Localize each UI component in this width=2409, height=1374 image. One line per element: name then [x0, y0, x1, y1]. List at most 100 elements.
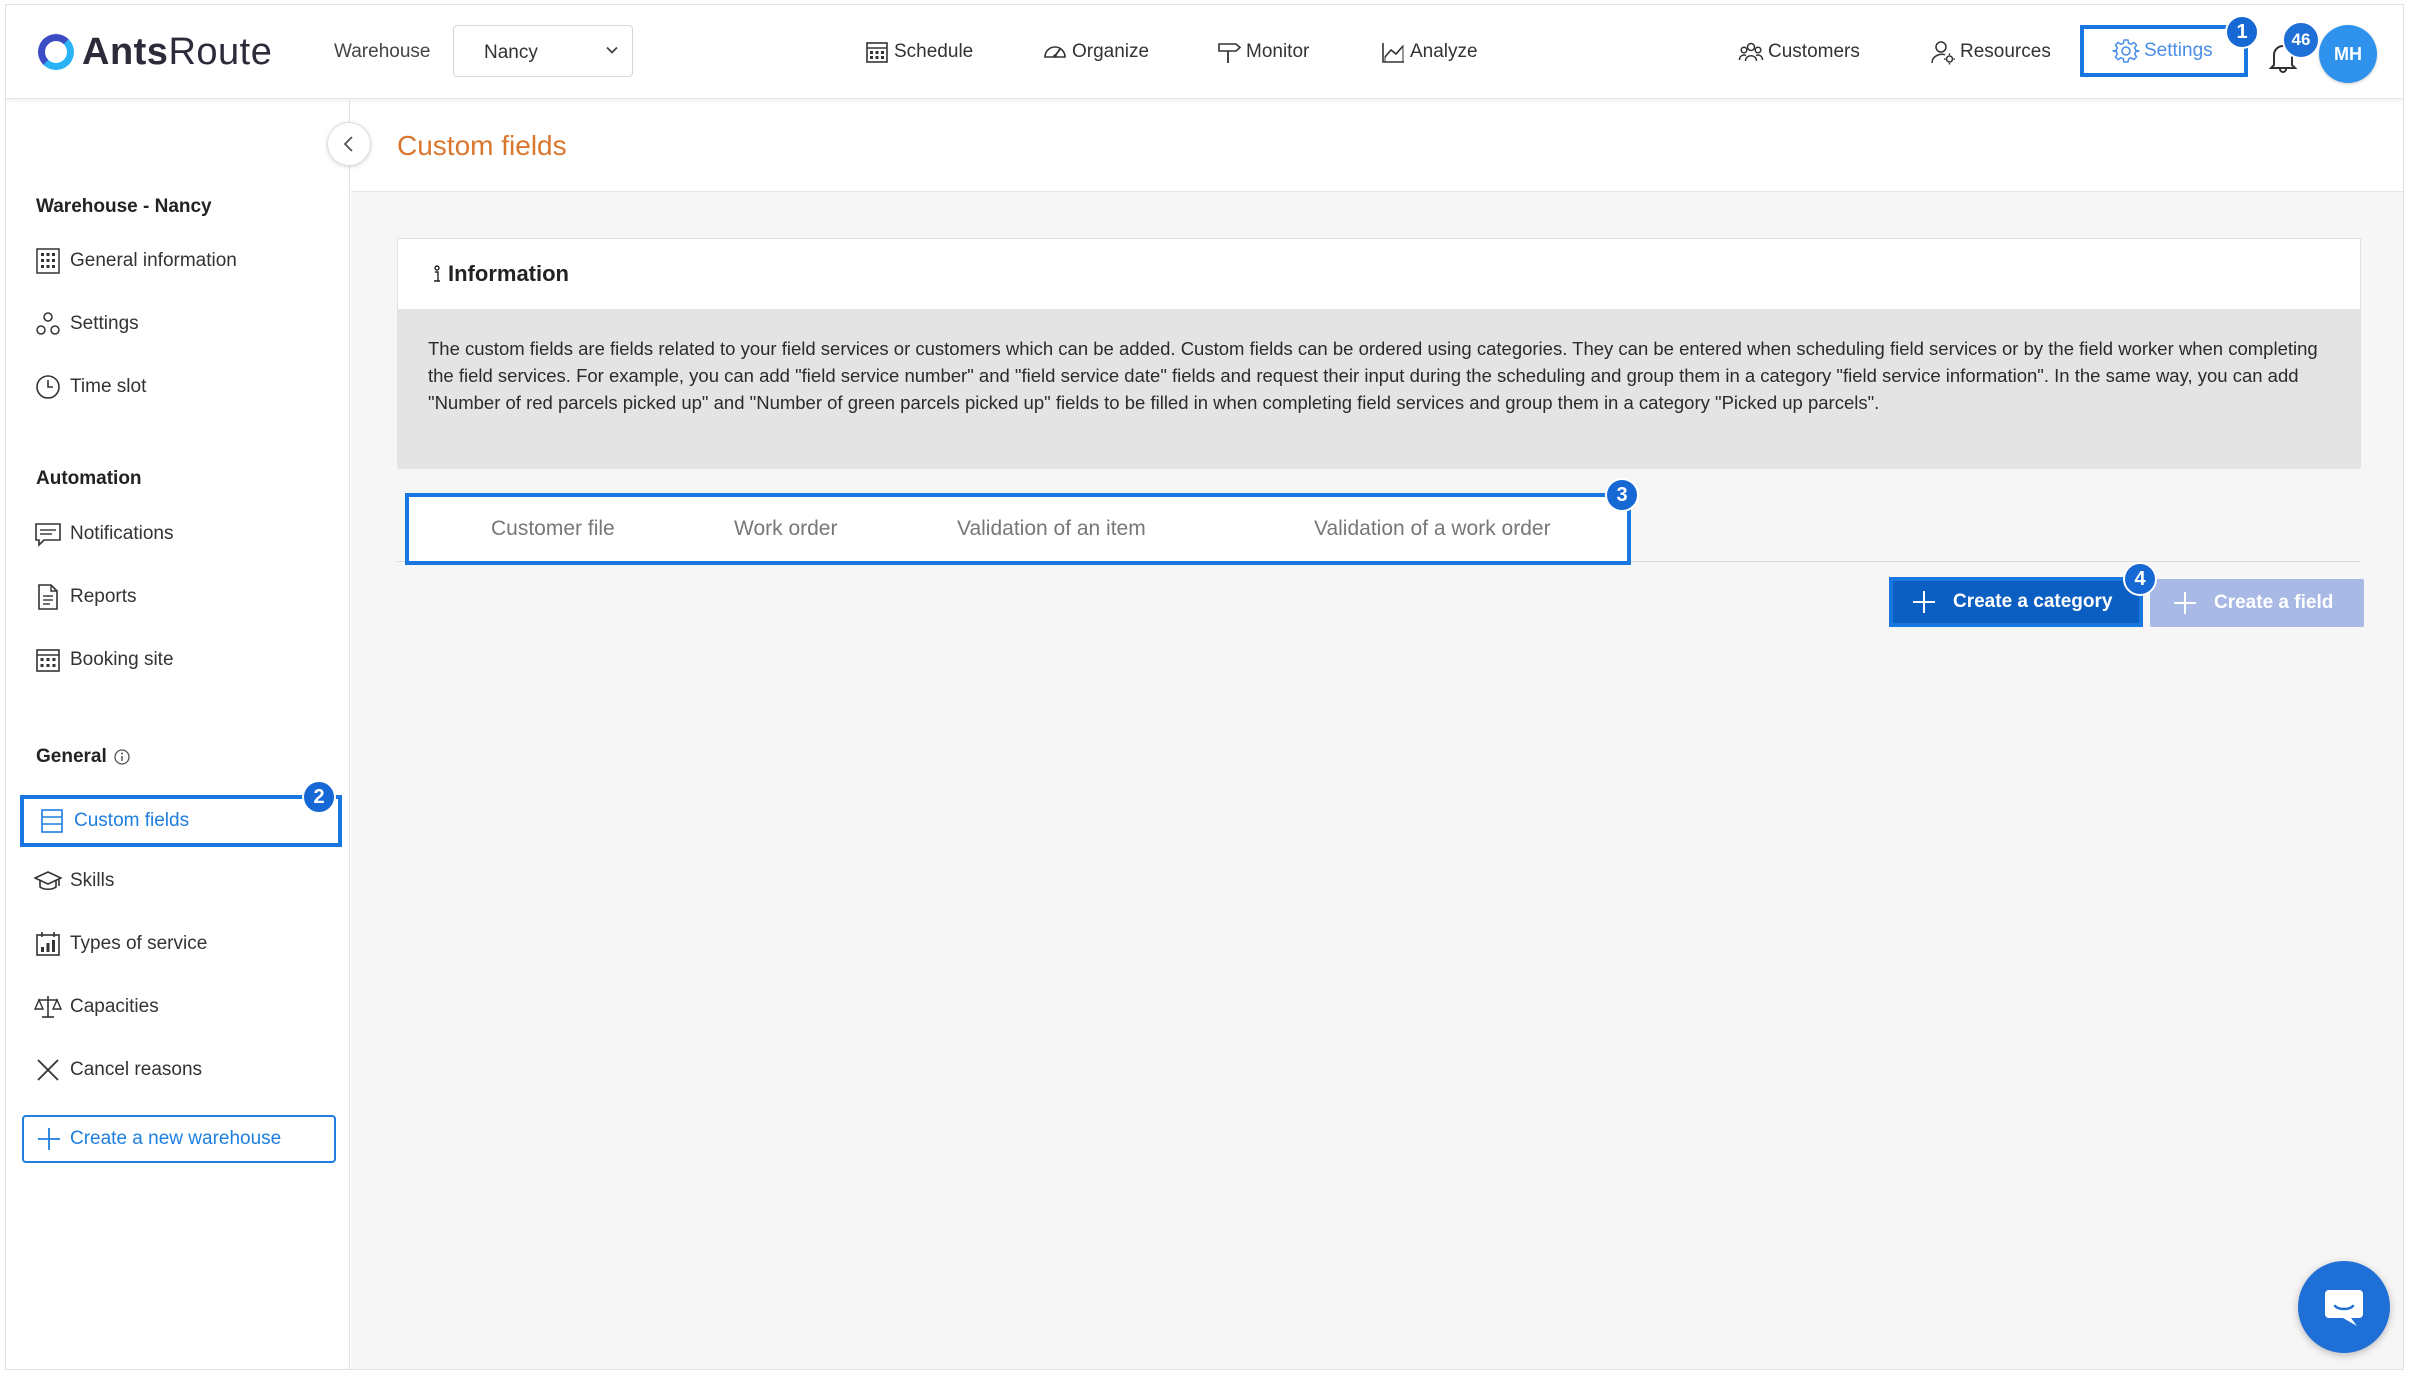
sidebar-item-cancel-reasons[interactable]: Cancel reasons — [34, 1048, 334, 1092]
resources-user-gear-icon — [1931, 41, 1955, 65]
calendar-icon — [36, 649, 60, 672]
logo-mark-icon — [38, 34, 74, 70]
chat-bubble-icon — [2325, 1290, 2363, 1326]
close-icon — [37, 1059, 59, 1081]
page-header: Custom fields — [351, 100, 2403, 192]
plus-icon — [1913, 591, 1935, 613]
nav-resources-label: Resources — [1960, 41, 2051, 62]
warehouse-select-value: Nancy — [484, 42, 538, 63]
nav-organize-label: Organize — [1072, 41, 1150, 62]
graduation-cap-icon — [34, 871, 62, 891]
chart-icon — [1382, 43, 1404, 63]
sidebar-heading-automation: Automation — [36, 468, 142, 489]
chevron-left-icon — [343, 136, 353, 152]
information-text: The custom fields are fields related to … — [398, 309, 2360, 469]
create-category-label: Create a category — [1953, 591, 2113, 612]
chevron-down-icon — [606, 46, 618, 54]
nav-settings-label: Settings — [2144, 40, 2213, 61]
app-window: AntsRoute Warehouse Nancy Schedule Organ… — [5, 4, 2404, 1370]
sidebar-item-label: Booking site — [70, 649, 174, 670]
notification-count-badge: 46 — [2282, 21, 2320, 59]
gauge-icon — [1044, 46, 1066, 58]
settings-sidebar: Warehouse - Nancy General information Se… — [6, 100, 350, 1369]
top-navigation-bar: AntsRoute Warehouse Nancy Schedule Organ… — [6, 5, 2403, 99]
nav-analyze-label: Analyze — [1410, 41, 1478, 62]
plus-icon — [38, 1128, 60, 1150]
sidebar-item-label: Capacities — [70, 996, 159, 1017]
sidebar-item-label: General information — [70, 250, 237, 271]
info-icon — [434, 265, 440, 282]
document-icon — [38, 584, 58, 610]
create-category-button[interactable]: Create a category — [1889, 577, 2143, 627]
sidebar-item-label: Cancel reasons — [70, 1059, 203, 1080]
sidebar-item-notifications[interactable]: Notifications — [34, 512, 334, 556]
nav-monitor-label: Monitor — [1246, 41, 1310, 62]
clock-icon — [36, 375, 60, 399]
information-header: Information — [398, 239, 2360, 309]
tab-validation-of-an-item[interactable]: Validation of an item — [957, 517, 1146, 541]
information-title: Information — [448, 261, 569, 286]
sidebar-item-label: Reports — [70, 586, 137, 607]
nav-customers-label: Customers — [1768, 41, 1860, 62]
nav-organize[interactable]: Organize — [1042, 39, 1149, 65]
logo-text: AntsRoute — [82, 30, 273, 73]
plus-icon — [2174, 592, 2196, 614]
sidebar-item-booking-site[interactable]: Booking site — [34, 638, 334, 682]
gear-icon — [2112, 39, 2140, 63]
collapse-sidebar-button[interactable] — [327, 122, 371, 166]
sidebar-item-custom-fields[interactable]: Custom fields — [20, 795, 342, 847]
warehouse-select[interactable]: Nancy — [453, 25, 633, 77]
message-icon — [35, 523, 61, 547]
main-content: Custom fields Information The custom fie… — [351, 100, 2403, 1369]
sidebar-item-reports[interactable]: Reports — [34, 575, 334, 619]
nav-schedule-label: Schedule — [894, 41, 974, 62]
calendar-chart-icon — [36, 932, 60, 956]
nav-monitor[interactable]: Monitor — [1216, 39, 1309, 65]
sidebar-heading-warehouse: Warehouse - Nancy — [36, 196, 212, 217]
sidebar-item-skills[interactable]: Skills — [34, 859, 334, 903]
step-marker-1: 1 — [2225, 15, 2259, 49]
sidebar-item-general-information[interactable]: General information — [34, 239, 334, 283]
nav-customers[interactable]: Customers — [1738, 39, 1860, 65]
create-new-warehouse-label: Create a new warehouse — [70, 1128, 282, 1149]
tab-work-order[interactable]: Work order — [734, 517, 837, 541]
tab-validation-of-a-work-order[interactable]: Validation of a work order — [1314, 517, 1551, 541]
info-circle-icon[interactable] — [113, 748, 131, 766]
building-grid-icon — [36, 248, 60, 274]
scale-icon — [34, 996, 62, 1018]
step-marker-2: 2 — [302, 780, 336, 814]
sidebar-item-settings[interactable]: Settings — [34, 302, 334, 346]
sidebar-item-label: Settings — [70, 313, 139, 334]
nav-resources[interactable]: Resources — [1930, 39, 2051, 65]
sidebar-item-label: Time slot — [70, 376, 147, 397]
create-new-warehouse-button[interactable]: Create a new warehouse — [22, 1115, 336, 1163]
sidebar-item-label: Custom fields — [74, 810, 190, 831]
nav-analyze[interactable]: Analyze — [1380, 39, 1478, 65]
sidebar-item-time-slot[interactable]: Time slot — [34, 365, 334, 409]
sidebar-item-capacities[interactable]: Capacities — [34, 985, 334, 1029]
customers-group-icon — [1738, 42, 1764, 62]
step-marker-3: 3 — [1605, 478, 1639, 512]
warehouse-label: Warehouse — [334, 41, 431, 62]
sidebar-item-types-of-service[interactable]: Types of service — [34, 922, 334, 966]
sidebar-heading-general-label: General — [36, 746, 107, 767]
signpost-icon — [1218, 43, 1242, 63]
settings-shapes-icon — [36, 312, 60, 335]
nav-settings-button[interactable]: Settings — [2080, 25, 2248, 77]
field-type-tabs: Customer file Work order Validation of a… — [405, 493, 1631, 565]
table-rows-icon — [41, 809, 63, 833]
sidebar-item-label: Types of service — [70, 933, 208, 954]
nav-schedule[interactable]: Schedule — [864, 39, 973, 65]
create-field-button[interactable]: Create a field — [2150, 579, 2364, 627]
calendar-icon — [866, 42, 888, 63]
user-avatar[interactable]: MH — [2319, 25, 2377, 83]
antsroute-logo[interactable]: AntsRoute — [38, 29, 272, 75]
create-field-label: Create a field — [2214, 592, 2334, 613]
sidebar-item-label: Notifications — [70, 523, 174, 544]
information-panel: Information The custom fields are fields… — [397, 238, 2361, 469]
chat-support-button[interactable] — [2298, 1261, 2390, 1353]
sidebar-heading-general: General — [36, 746, 131, 768]
step-marker-4: 4 — [2123, 562, 2157, 596]
tab-customer-file[interactable]: Customer file — [491, 517, 615, 541]
page-title: Custom fields — [397, 130, 567, 161]
